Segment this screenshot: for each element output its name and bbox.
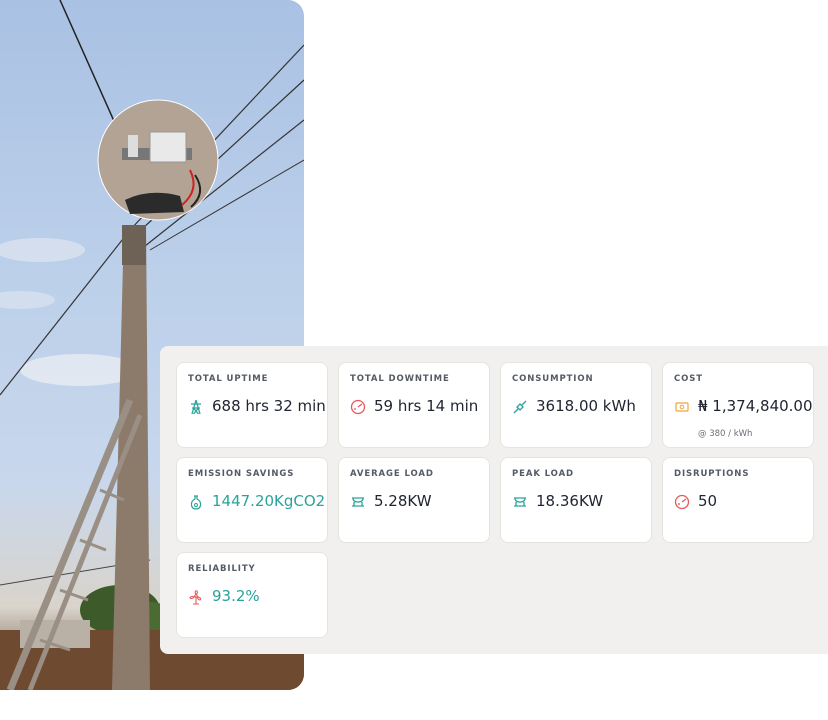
metric-card-emission-savings: EMISSION SAVINGS 1447.20KgCO2 (176, 457, 328, 543)
metric-card-peak-load: PEAK LOAD 18.36KW (500, 457, 652, 543)
metric-label: EMISSION SAVINGS (188, 469, 295, 479)
metric-card-reliability: RELIABILITY 93.2% (176, 552, 328, 638)
metric-card-total-uptime: TOTAL UPTIME 688 hrs 32 min (176, 362, 328, 448)
metric-label: TOTAL DOWNTIME (350, 374, 450, 384)
metric-label: AVERAGE LOAD (350, 469, 434, 479)
metric-value: 5.28KW (374, 492, 432, 510)
load-icon (352, 497, 364, 507)
metric-label: COST (674, 374, 703, 384)
metrics-panel: TOTAL UPTIME 688 hrs 32 min TOTAL DOWNTI… (160, 346, 828, 654)
metric-card-disruptions: DISRUPTIONS 50 (662, 457, 814, 543)
metric-card-average-load: AVERAGE LOAD 5.28KW (338, 457, 490, 543)
metric-label: DISRUPTIONS (674, 469, 750, 479)
metric-label: RELIABILITY (188, 564, 256, 574)
metric-label: PEAK LOAD (512, 469, 575, 479)
metric-value: 3618.00 kWh (536, 397, 636, 415)
metric-value: ₦ 1,374,840.00 (698, 397, 813, 415)
metric-value: 93.2% (212, 587, 260, 605)
metric-value: 50 (698, 492, 718, 510)
outage-gauge-icon (350, 399, 366, 415)
money-icon (675, 402, 689, 412)
load-icon (514, 497, 526, 507)
metric-card-consumption: CONSUMPTION 3618.00 kWh (500, 362, 652, 448)
metric-value: 18.36KW (536, 492, 604, 510)
metric-sub: @ 380 / kWh (698, 429, 753, 439)
transmission-tower-icon (191, 399, 201, 415)
metric-card-total-downtime: TOTAL DOWNTIME 59 hrs 14 min (338, 362, 490, 448)
plug-icon (513, 400, 527, 414)
metric-value: 59 hrs 14 min (374, 397, 479, 415)
eco-bag-icon (190, 495, 202, 510)
metric-label: TOTAL UPTIME (188, 374, 269, 384)
metric-card-cost: COST ₦ 1,374,840.00 @ 380 / kWh (662, 362, 814, 448)
metric-label: CONSUMPTION (512, 374, 594, 384)
metric-value: 688 hrs 32 min (212, 397, 326, 415)
fan-icon (189, 590, 202, 605)
metric-value: 1447.20KgCO2 (212, 492, 326, 510)
outage-gauge-icon (674, 494, 690, 510)
